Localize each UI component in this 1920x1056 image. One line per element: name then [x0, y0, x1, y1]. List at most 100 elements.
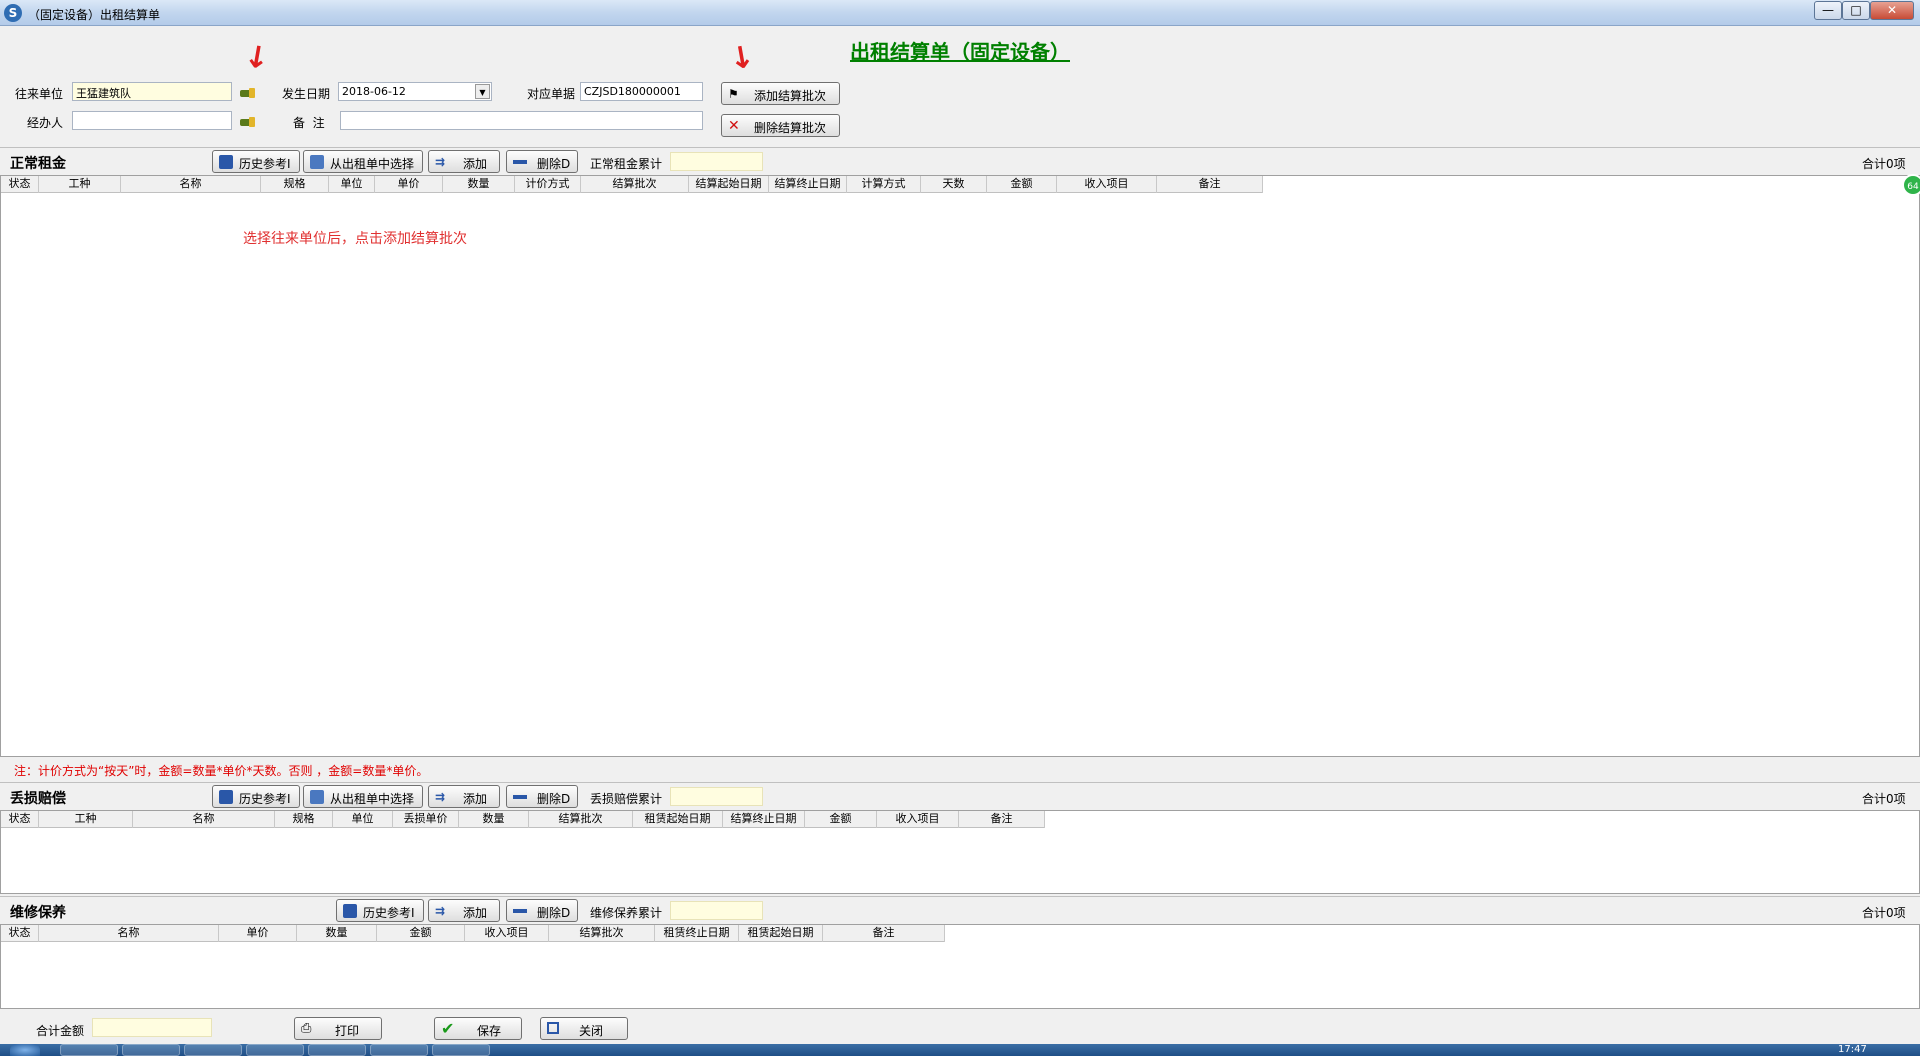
column-header[interactable]: 名称 — [39, 925, 219, 942]
column-header[interactable]: 计价方式 — [515, 176, 581, 193]
window-title: （固定设备）出租结算单 — [28, 8, 161, 22]
handler-field[interactable] — [72, 111, 232, 130]
history-button[interactable]: 历史参考I — [336, 899, 424, 922]
delete-button[interactable]: 删除D — [506, 150, 578, 173]
add-row-icon: ⇉ — [435, 904, 446, 918]
column-header[interactable]: 备注 — [959, 811, 1045, 828]
column-header[interactable]: 金额 — [377, 925, 465, 942]
close-window-button[interactable]: ✕ — [1870, 1, 1914, 20]
book-icon — [343, 904, 357, 918]
column-header[interactable]: 天数 — [921, 176, 987, 193]
select-from-order-button[interactable]: 从出租单中选择 — [303, 785, 423, 808]
column-header[interactable]: 工种 — [39, 176, 121, 193]
column-header[interactable]: 工种 — [39, 811, 133, 828]
column-header[interactable]: 收入项目 — [1057, 176, 1157, 193]
title-bar: S （固定设备）出租结算单 — □ ✕ — [0, 0, 1920, 26]
add-label: 添加 — [463, 792, 488, 806]
loss-comp-grid[interactable]: 状态 工种 名称 规格 单位 丢损单价 数量 结算批次 租赁起始日期 结算终止日… — [0, 810, 1920, 894]
column-header[interactable]: 租赁终止日期 — [655, 925, 739, 942]
add-button[interactable]: ⇉ 添加 — [428, 785, 500, 808]
normal-rent-title: 正常租金 — [10, 156, 66, 172]
doc-field[interactable]: CZJSD180000001 — [580, 82, 703, 101]
taskbar-app-icon[interactable] — [184, 1044, 242, 1056]
column-header[interactable]: 备注 — [823, 925, 945, 942]
column-header[interactable]: 收入项目 — [465, 925, 549, 942]
column-header[interactable]: 状态 — [1, 811, 39, 828]
taskbar-app-icon[interactable] — [370, 1044, 428, 1056]
column-header[interactable]: 结算终止日期 — [723, 811, 805, 828]
select-from-order-label: 从出租单中选择 — [330, 157, 415, 171]
close-button[interactable]: 关闭 — [540, 1017, 628, 1040]
taskbar-app-icon[interactable] — [308, 1044, 366, 1056]
column-header[interactable]: 备注 — [1157, 176, 1263, 193]
column-header[interactable]: 名称 — [121, 176, 261, 193]
loss-comp-title: 丢损赔偿 — [10, 791, 66, 807]
checkmark-icon: ✔ — [441, 1019, 455, 1038]
normal-rent-grid[interactable]: 状态 工种 名称 规格 单位 单价 数量 计价方式 结算批次 结算起始日期 结算… — [0, 175, 1920, 757]
column-header[interactable]: 规格 — [275, 811, 333, 828]
delete-batch-label: 删除结算批次 — [754, 121, 827, 135]
column-header[interactable]: 单位 — [333, 811, 393, 828]
column-header[interactable]: 结算批次 — [529, 811, 633, 828]
column-header[interactable]: 数量 — [443, 176, 515, 193]
delete-button[interactable]: 删除D — [506, 785, 578, 808]
loss-comp-toolbar: 丢损赔偿 历史参考I 从出租单中选择 ⇉ 添加 删除D 丢损赔偿累计 合计0项 — [0, 782, 1920, 808]
print-button[interactable]: ⎙ 打印 — [294, 1017, 382, 1040]
start-button-icon[interactable] — [10, 1044, 40, 1056]
add-label: 添加 — [463, 157, 488, 171]
taskbar-app-icon[interactable] — [60, 1044, 118, 1056]
column-header[interactable]: 单位 — [329, 176, 375, 193]
column-header[interactable]: 收入项目 — [877, 811, 959, 828]
column-header[interactable]: 丢损单价 — [393, 811, 459, 828]
handler-picker-icon[interactable] — [240, 116, 256, 128]
column-header[interactable]: 租赁起始日期 — [633, 811, 723, 828]
loss-comp-total-label: 丢损赔偿累计 — [590, 792, 663, 806]
select-from-order-label: 从出租单中选择 — [330, 792, 415, 806]
column-header[interactable]: 单价 — [375, 176, 443, 193]
column-header[interactable]: 状态 — [1, 925, 39, 942]
column-header[interactable]: 结算终止日期 — [769, 176, 847, 193]
column-header[interactable]: 结算起始日期 — [689, 176, 769, 193]
page-title: 出租结算单（固定设备） — [850, 40, 1070, 64]
save-button[interactable]: ✔ 保存 — [434, 1017, 522, 1040]
history-button[interactable]: 历史参考I — [212, 785, 300, 808]
taskbar-app-icon[interactable] — [122, 1044, 180, 1056]
chevron-down-icon[interactable]: ▼ — [475, 84, 490, 99]
column-header[interactable]: 名称 — [133, 811, 275, 828]
date-field[interactable]: 2018-06-12 ▼ — [338, 82, 492, 101]
system-clock[interactable]: 17:47 — [1838, 1044, 1867, 1055]
column-header[interactable]: 计算方式 — [847, 176, 921, 193]
delete-button[interactable]: 删除D — [506, 899, 578, 922]
delete-batch-button[interactable]: ✕ 删除结算批次 — [721, 114, 840, 137]
floating-badge[interactable]: 64 — [1902, 174, 1920, 196]
column-header[interactable]: 单价 — [219, 925, 297, 942]
red-x-icon: ✕ — [728, 118, 740, 134]
column-header[interactable]: 租赁起始日期 — [739, 925, 823, 942]
history-label: 历史参考I — [239, 157, 291, 171]
maintenance-grid[interactable]: 状态 名称 单价 数量 金额 收入项目 结算批次 租赁终止日期 租赁起始日期 备… — [0, 924, 1920, 1009]
maximize-button[interactable]: □ — [1842, 1, 1870, 20]
taskbar-app-icon[interactable] — [432, 1044, 490, 1056]
column-header[interactable]: 金额 — [987, 176, 1057, 193]
partner-picker-icon[interactable] — [240, 87, 256, 99]
app-logo-icon: S — [4, 4, 22, 22]
add-button[interactable]: ⇉ 添加 — [428, 150, 500, 173]
column-header[interactable]: 状态 — [1, 176, 39, 193]
partner-field[interactable]: 王猛建筑队 — [72, 82, 232, 101]
remark-field[interactable] — [340, 111, 703, 130]
add-batch-button[interactable]: ⚑ 添加结算批次 — [721, 82, 840, 105]
normal-rent-total-label: 正常租金累计 — [590, 157, 663, 171]
minimize-button[interactable]: — — [1814, 1, 1842, 20]
column-header[interactable]: 数量 — [297, 925, 377, 942]
taskbar-app-icon[interactable] — [246, 1044, 304, 1056]
column-header[interactable]: 数量 — [459, 811, 529, 828]
column-header[interactable]: 结算批次 — [549, 925, 655, 942]
column-header[interactable]: 金额 — [805, 811, 877, 828]
history-button[interactable]: 历史参考I — [212, 150, 300, 173]
select-from-order-button[interactable]: 从出租单中选择 — [303, 150, 423, 173]
column-header[interactable]: 规格 — [261, 176, 329, 193]
normal-rent-total-field — [670, 152, 763, 171]
column-header[interactable]: 结算批次 — [581, 176, 689, 193]
add-row-icon: ⇉ — [435, 790, 446, 804]
add-button[interactable]: ⇉ 添加 — [428, 899, 500, 922]
